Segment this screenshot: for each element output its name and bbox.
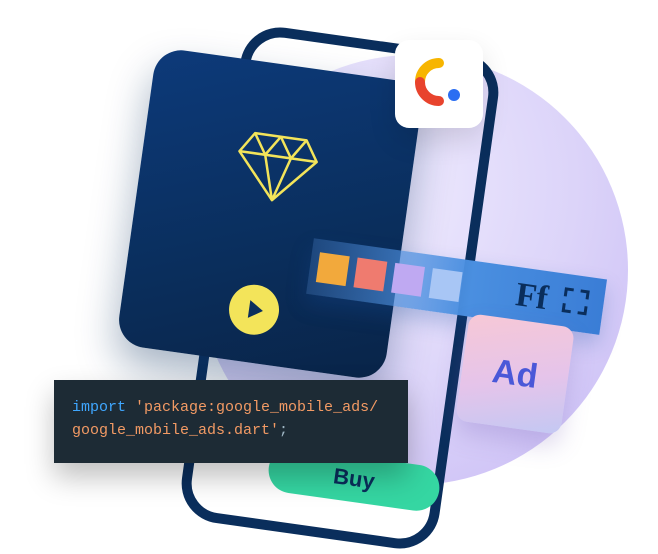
diamond-icon <box>228 127 324 215</box>
color-swatch[interactable] <box>316 252 350 286</box>
color-swatch[interactable] <box>429 268 463 302</box>
fullscreen-icon[interactable] <box>559 285 591 322</box>
code-token-string: 'package:google_mobile_ads/ <box>135 399 378 416</box>
color-swatch[interactable] <box>353 258 387 292</box>
buy-button-label: Buy <box>332 463 377 495</box>
code-token-keyword: import <box>72 399 126 416</box>
font-label[interactable]: Ff <box>513 276 550 318</box>
admob-icon <box>414 57 464 112</box>
play-button[interactable] <box>226 281 282 337</box>
ad-label: Ad <box>490 352 540 397</box>
code-snippet: import 'package:google_mobile_ads/ googl… <box>54 380 408 463</box>
ad-tile: Ad <box>455 313 575 435</box>
code-token-punct: ; <box>279 422 288 439</box>
admob-logo-tile <box>395 40 483 128</box>
illustration-scene: Ff Ad Buy import 'package:google_mobile_… <box>0 0 658 536</box>
app-card <box>115 47 424 382</box>
code-token-string: google_mobile_ads.dart' <box>72 422 279 439</box>
color-swatch[interactable] <box>391 263 425 297</box>
play-icon <box>247 300 263 320</box>
